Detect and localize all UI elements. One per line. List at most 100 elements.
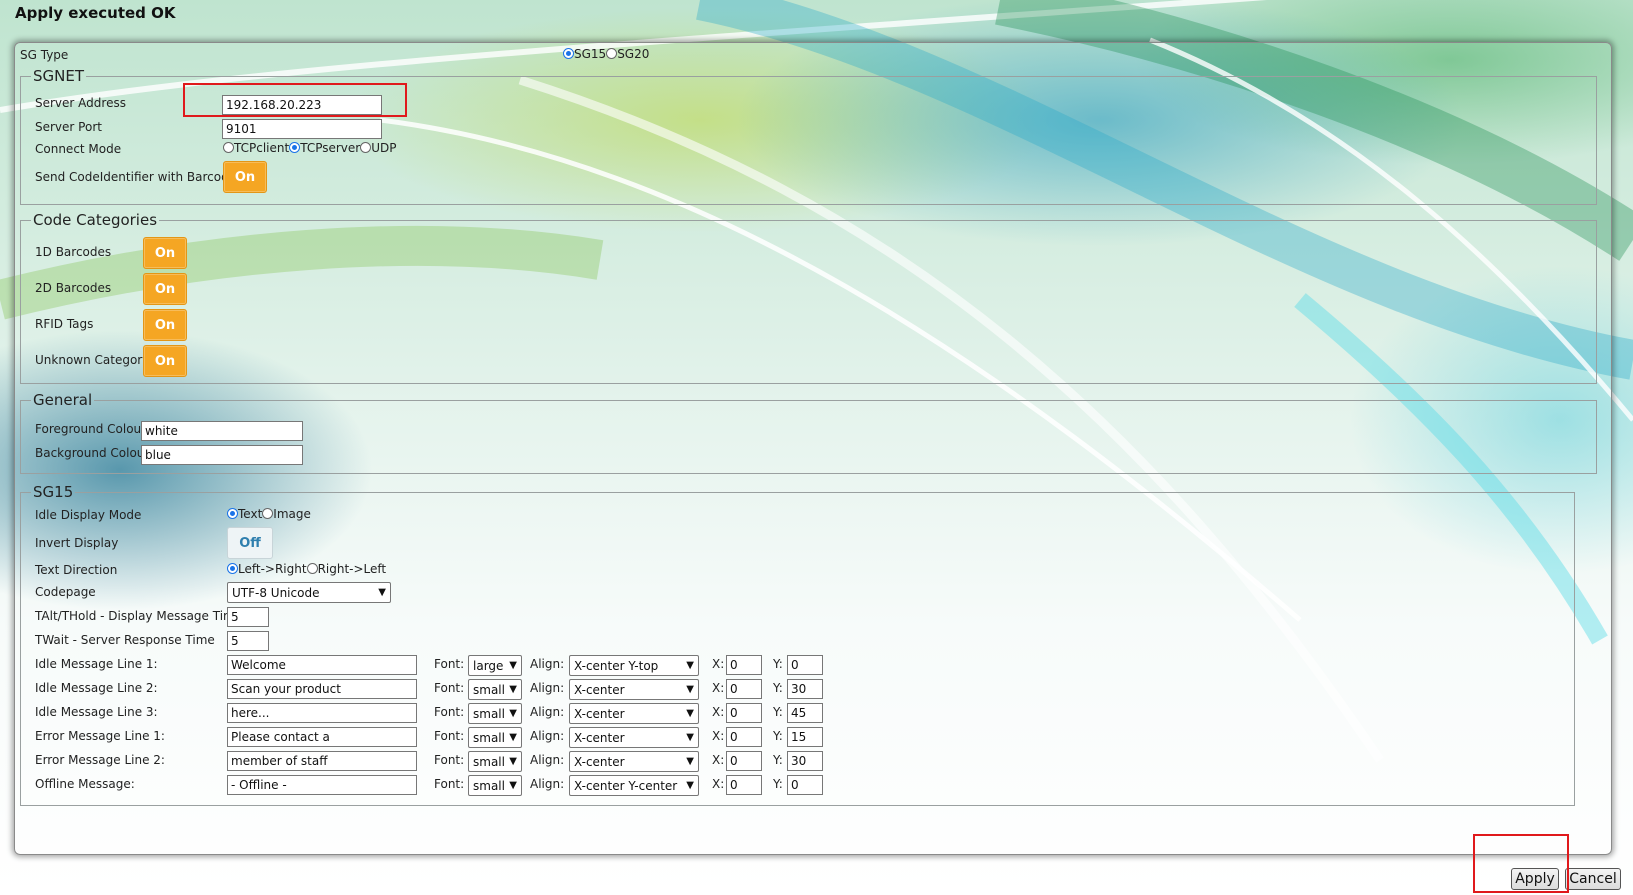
category-unknown-toggle[interactable]: On — [143, 345, 187, 377]
message-line-x-input[interactable] — [726, 727, 762, 747]
radio-image-label: Image — [273, 507, 311, 521]
cancel-button[interactable]: Cancel — [1565, 868, 1621, 890]
x-label: X: — [712, 681, 725, 695]
chevron-down-icon: ▼ — [686, 660, 694, 671]
codepage-select[interactable]: UTF-8 Unicode ▼ — [227, 582, 391, 603]
message-line-x-input[interactable] — [726, 703, 762, 723]
message-line-label: Error Message Line 1: — [35, 729, 165, 743]
category-1d-label: 1D Barcodes — [35, 245, 112, 259]
radio-image[interactable] — [262, 508, 274, 519]
radio-text[interactable] — [227, 508, 238, 519]
message-line-y-input[interactable] — [787, 655, 823, 675]
message-line-align-select[interactable]: X-center Y-center ▼ — [569, 775, 699, 796]
status-message: Apply executed OK — [15, 4, 176, 22]
radio-right-left[interactable] — [306, 563, 318, 574]
align-label: Align: — [530, 657, 565, 671]
chevron-down-icon: ▼ — [686, 684, 694, 695]
send-codeidentifier-toggle[interactable]: On — [223, 161, 267, 193]
message-line-font-select[interactable]: small ▼ — [468, 703, 522, 724]
radio-left-right[interactable] — [227, 563, 238, 574]
font-label: Font: — [434, 753, 465, 767]
message-line-font-select[interactable]: large ▼ — [468, 655, 522, 676]
font-value: small — [473, 754, 505, 769]
font-value: small — [473, 706, 505, 721]
text-direction-radio-group: Left->Right Right->Left — [227, 562, 386, 576]
category-1d-toggle[interactable]: On — [143, 237, 187, 269]
highlight-server-address — [183, 83, 407, 117]
invert-display-toggle[interactable]: Off — [227, 527, 273, 559]
radio-sg15[interactable] — [563, 48, 574, 59]
message-line-font-select[interactable]: small ▼ — [468, 679, 522, 700]
align-label: Align: — [530, 705, 565, 719]
category-unknown-label: Unknown Category — [35, 353, 150, 367]
message-line-font-select[interactable]: small ▼ — [468, 727, 522, 748]
message-line-text-input[interactable] — [227, 703, 417, 723]
message-line-text-input[interactable] — [227, 727, 417, 747]
chevron-down-icon: ▼ — [509, 684, 517, 695]
codepage-value: UTF-8 Unicode — [232, 585, 320, 600]
settings-panel: SG Type SG15 SG20 SGNET Server Address Se… — [14, 42, 1612, 855]
message-line-y-input[interactable] — [787, 727, 823, 747]
radio-sg20[interactable] — [606, 48, 618, 59]
chevron-down-icon: ▼ — [378, 587, 386, 598]
message-line-y-input[interactable] — [787, 775, 823, 795]
y-label: Y: — [773, 681, 783, 695]
y-label: Y: — [773, 753, 783, 767]
message-line-align-select[interactable]: X-center ▼ — [569, 679, 699, 700]
message-line-font-select[interactable]: small ▼ — [468, 751, 522, 772]
server-port-label: Server Port — [35, 120, 102, 134]
font-label: Font: — [434, 657, 465, 671]
radio-udp[interactable] — [360, 142, 372, 153]
message-line-x-input[interactable] — [726, 751, 762, 771]
message-line-x-input[interactable] — [726, 655, 762, 675]
code-categories-legend: Code Categories — [33, 211, 158, 229]
font-value: small — [473, 730, 505, 745]
message-line-align-select[interactable]: X-center ▼ — [569, 703, 699, 724]
talt-label: TAlt/THold - Display Message Time — [35, 609, 243, 623]
general-legend: General — [33, 391, 93, 409]
server-address-label: Server Address — [35, 96, 126, 110]
y-label: Y: — [773, 729, 783, 743]
code-categories-fieldset: Code Categories — [20, 211, 1597, 384]
category-2d-toggle[interactable]: On — [143, 273, 187, 305]
font-label: Font: — [434, 729, 465, 743]
sg-type-label: SG Type — [20, 48, 69, 62]
x-label: X: — [712, 729, 725, 743]
message-line-align-select[interactable]: X-center ▼ — [569, 727, 699, 748]
y-label: Y: — [773, 777, 783, 791]
message-line-label: Idle Message Line 2: — [35, 681, 158, 695]
font-label: Font: — [434, 777, 465, 791]
text-direction-label: Text Direction — [35, 563, 118, 577]
font-label: Font: — [434, 681, 465, 695]
message-line-y-input[interactable] — [787, 679, 823, 699]
message-line-align-select[interactable]: X-center ▼ — [569, 751, 699, 772]
message-line-text-input[interactable] — [227, 751, 417, 771]
message-line-text-input[interactable] — [227, 775, 417, 795]
connect-mode-label: Connect Mode — [35, 142, 122, 156]
message-line-label: Error Message Line 2: — [35, 753, 165, 767]
message-line-x-input[interactable] — [726, 775, 762, 795]
message-line-x-input[interactable] — [726, 679, 762, 699]
align-label: Align: — [530, 753, 565, 767]
talt-input[interactable] — [227, 607, 269, 627]
align-value: X-center — [574, 730, 625, 745]
category-2d-label: 2D Barcodes — [35, 281, 112, 295]
message-line-font-select[interactable]: small ▼ — [468, 775, 522, 796]
foreground-colour-input[interactable] — [141, 421, 303, 441]
background-colour-input[interactable] — [141, 445, 303, 465]
message-line-text-input[interactable] — [227, 655, 417, 675]
radio-left-right-label: Left->Right — [238, 562, 307, 576]
x-label: X: — [712, 705, 725, 719]
radio-tcpclient[interactable] — [223, 142, 234, 153]
chevron-down-icon: ▼ — [686, 708, 694, 719]
category-rfid-toggle[interactable]: On — [143, 309, 187, 341]
message-line-y-input[interactable] — [787, 751, 823, 771]
message-line-text-input[interactable] — [227, 679, 417, 699]
twait-input[interactable] — [227, 631, 269, 651]
message-line-y-input[interactable] — [787, 703, 823, 723]
connect-mode-radio-group: TCPclient TCPserver UDP — [223, 141, 397, 155]
server-port-input[interactable] — [222, 119, 382, 139]
sg15-legend: SG15 — [33, 483, 74, 501]
radio-tcpserver[interactable] — [289, 142, 301, 153]
message-line-align-select[interactable]: X-center Y-top ▼ — [569, 655, 699, 676]
